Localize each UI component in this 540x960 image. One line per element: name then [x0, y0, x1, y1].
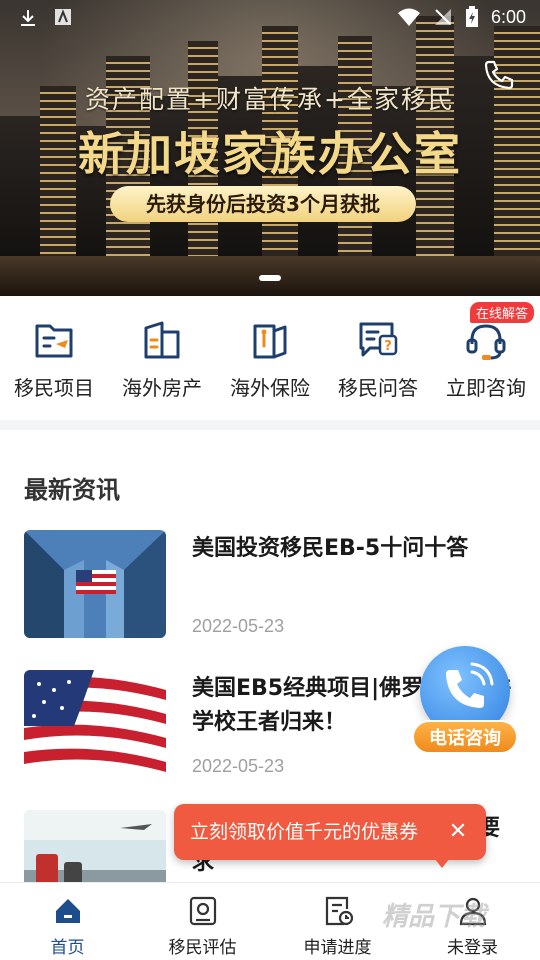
watermark: 精品下载	[382, 902, 487, 932]
quick-nav-label: 海外保险	[230, 376, 310, 400]
home-icon	[55, 899, 80, 923]
quick-nav-label: 移民问答	[338, 376, 418, 400]
tab-label: 首页	[50, 938, 85, 958]
banner-pill: 先获身份后投资3个月获批	[110, 186, 416, 222]
status-time: 6:00	[490, 6, 526, 27]
coupon-toast[interactable]: 立刻领取价值千元的优惠券 ✕	[174, 804, 486, 868]
news-thumbnail	[24, 530, 166, 638]
progress-icon	[325, 896, 353, 926]
news-date: 2022-05-23	[192, 616, 285, 636]
signal-icon	[434, 9, 451, 25]
news-date: 2022-05-23	[192, 756, 285, 776]
building-icon	[144, 321, 180, 359]
section-divider	[0, 420, 540, 430]
quick-nav-immigration-projects[interactable]: 移民项目	[0, 296, 108, 420]
assessment-icon	[189, 896, 216, 926]
news-thumbnail	[24, 670, 166, 778]
quick-nav-consult-now[interactable]: 在线解答 立即咨询	[432, 296, 540, 420]
news-title: 美国投资移民EB-5十问十答	[192, 536, 469, 561]
quick-nav-immigration-qa[interactable]: ? 移民问答	[324, 296, 432, 420]
svg-text:?: ?	[384, 339, 392, 354]
wifi-icon	[397, 8, 420, 26]
quick-nav-overseas-insurance[interactable]: 海外保险	[216, 296, 324, 420]
quick-nav: 移民项目 海外房产 海外保险 ? 移民问答 在线解答 立即咨询	[0, 296, 540, 420]
online-answer-badge: 在线解答	[469, 302, 534, 323]
quick-nav-label: 立即咨询	[446, 376, 526, 400]
coupon-tail	[434, 858, 450, 868]
tab-label: 申请进度	[303, 938, 372, 958]
headset-icon	[466, 324, 506, 360]
insurance-icon	[253, 324, 287, 359]
tab-home[interactable]: 首页	[0, 883, 135, 960]
tab-label: 移民评估	[168, 938, 237, 958]
banner-title: 新加坡家族办公室	[78, 127, 462, 181]
quick-nav-label: 海外房产	[122, 376, 202, 400]
quick-nav-label: 移民项目	[14, 376, 94, 400]
quick-nav-overseas-property[interactable]: 海外房产	[108, 296, 216, 420]
status-bar: 6:00	[0, 0, 540, 36]
tab-label: 未登录	[447, 938, 498, 958]
qa-icon: ?	[359, 322, 398, 357]
coupon-text: 立刻领取价值千元的优惠券	[190, 821, 419, 843]
close-icon[interactable]: ✕	[444, 818, 472, 846]
hero-banner[interactable]: 6:00 资产配置+财富传承+全家移民 新加坡家族办公室 先获身份后投资3个月获…	[0, 0, 540, 296]
carousel-dots[interactable]	[0, 275, 540, 281]
phone-consult-float-button[interactable]: 电话咨询	[412, 646, 518, 756]
battery-icon	[465, 6, 478, 27]
tab-assessment[interactable]: 移民评估	[135, 883, 270, 960]
folder-plane-icon	[35, 324, 73, 358]
download-icon	[21, 10, 35, 26]
banner-subtitle: 资产配置+财富传承+全家移民	[85, 85, 455, 114]
carousel-dot-active[interactable]	[259, 275, 281, 281]
phone-consult-label: 电话咨询	[412, 720, 518, 754]
app-notification-icon	[55, 9, 71, 25]
news-section-title: 最新资讯	[24, 476, 120, 504]
